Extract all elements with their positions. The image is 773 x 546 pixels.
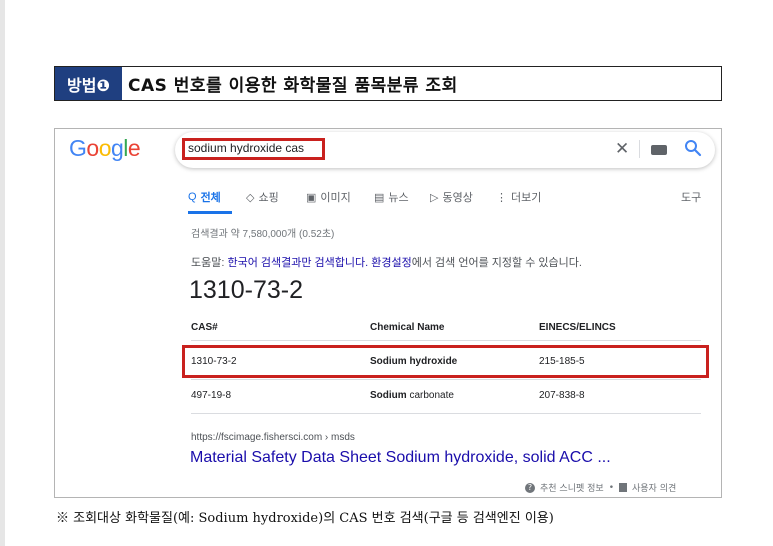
tab-news[interactable]: ▤ 뉴스 [374,189,409,205]
method-badge: 방법❶ [55,67,122,100]
table-divider [191,340,701,341]
featured-answer: 1310-73-2 [189,276,303,304]
tag-icon: ◇ [246,191,255,204]
active-tab-underline [188,211,232,214]
preferences-link[interactable]: 환경설정 [371,257,411,269]
table-header-einecs: EINECS/ELINCS [539,322,616,333]
figure-caption: ※ 조회대상 화학물질(예: Sodium hydroxide)의 CAS 번호… [56,511,554,526]
search-small-icon: Q [188,191,197,203]
keyboard-icon[interactable] [651,145,667,155]
more-vert-icon: ⋮ [496,191,507,204]
method-title: CAS 번호를 이용한 화학물질 품목분류 조회 [128,76,458,96]
table-divider [191,413,701,414]
magnifier-icon[interactable] [683,138,703,158]
play-icon: ▷ [430,191,439,204]
tab-all[interactable]: Q 전체 [188,189,221,205]
close-icon[interactable]: ✕ [615,139,629,159]
flag-icon [619,483,627,492]
news-icon: ▤ [374,191,385,204]
result-title-link[interactable]: Material Safety Data Sheet Sodium hydrox… [190,449,611,467]
table-cell-name: Sodium hydroxide [370,356,458,367]
language-help-line: 도움말: 한국어 검색결과만 검색합니다. 환경설정에서 검색 언어를 지정할 … [191,257,582,269]
image-icon: ▣ [306,191,317,204]
result-stats: 검색결과 약 7,580,000개 (0.52초) [191,229,335,240]
tab-more[interactable]: ⋮ 더보기 [496,189,541,205]
tab-videos[interactable]: ▷ 동영상 [430,189,473,205]
feedback-link[interactable]: 사용자 의견 [632,481,676,494]
tools-button[interactable]: 도구 [681,189,701,205]
table-cell-cas: 497-19-8 [191,390,232,401]
table-cell-name: Sodium carbonate [370,390,454,401]
table-cell-einecs: 207-838-8 [539,390,585,401]
table-header-chemical-name: Chemical Name [370,322,445,333]
result-url[interactable]: https://fscimage.fishersci.com › msds [191,432,355,443]
google-screenshot-panel: Google sodium hydroxide cas ✕ Q 전체 ◇ 쇼핑 … [54,128,722,498]
help-icon: ? [525,482,535,493]
table-cell-cas: 1310-73-2 [191,356,237,367]
snippet-footer: ? 추천 스니펫 정보 • 사용자 의견 [525,481,676,494]
table-divider [191,379,701,380]
snippet-info-link[interactable]: 추천 스니펫 정보 [540,481,604,494]
table-header-cas: CAS# [191,322,218,333]
searchbar-divider [639,140,640,158]
left-edge-rule [0,0,5,546]
google-logo[interactable]: Google [69,135,141,162]
table-cell-einecs: 215-185-5 [539,356,585,367]
search-input[interactable]: sodium hydroxide cas [188,141,304,155]
korean-only-link[interactable]: 한국어 검색결과만 검색합니다. [227,257,368,269]
tab-shopping[interactable]: ◇ 쇼핑 [246,189,279,205]
tab-images[interactable]: ▣ 이미지 [306,189,351,205]
